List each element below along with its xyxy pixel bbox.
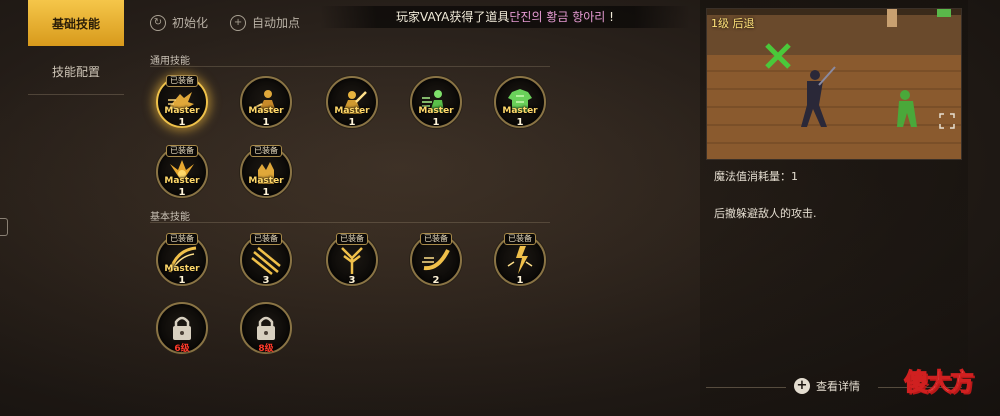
crescent-wave-icon — [422, 249, 450, 271]
lock-icon — [173, 316, 191, 340]
auto-assign-label: 自动加点 — [252, 16, 301, 30]
plus-icon: + — [794, 378, 810, 394]
skill-nav: 基础技能 技能配置 — [28, 0, 124, 96]
master-label: Master — [164, 106, 200, 116]
skill-slot-common-4[interactable]: Master 1 — [410, 76, 462, 128]
divider-left — [706, 387, 786, 388]
skill-level: 1 — [348, 117, 356, 128]
skill-level: 3 — [348, 275, 356, 286]
skill-slot-common-5[interactable]: Master 1 — [494, 76, 546, 128]
system-notice: 玩家VAYA获得了道具단진의 황금 항아리 ! — [320, 6, 690, 28]
nav-divider — [28, 94, 124, 95]
tab-skill-config[interactable]: 技能配置 — [28, 48, 124, 94]
unlock-level: 6级 — [174, 344, 190, 354]
skill-slot-basic-4[interactable]: 已装备 2 — [410, 233, 462, 286]
master-label: Master — [164, 264, 200, 274]
equipped-badge: 已装备 — [336, 233, 368, 245]
refresh-icon: ↻ — [150, 14, 166, 31]
skill-slot-common-3[interactable]: Master 1 — [326, 76, 378, 128]
skill-level: 1 — [262, 187, 270, 198]
skill-slot-common-2[interactable]: Master 1 — [240, 76, 292, 128]
skill-level: 1 — [516, 117, 524, 128]
skill-description: 后撤躲避敌人的攻击. — [714, 207, 817, 220]
equipped-badge: 已装备 — [504, 233, 536, 245]
skill-slot-basic-3[interactable]: 已装备 3 — [326, 233, 378, 286]
master-label: Master — [418, 106, 454, 116]
master-label: Master — [164, 176, 200, 186]
auto-assign-button[interactable]: + 自动加点 — [230, 14, 300, 31]
lock-icon — [257, 316, 275, 340]
skill-slot-basic-5[interactable]: 已装备 1 — [494, 233, 546, 286]
skill-slot-common-7[interactable]: 已装备 Master 1 — [240, 145, 292, 198]
plus-circle-icon: + — [230, 14, 247, 31]
preview-scene — [707, 9, 961, 159]
reset-label: 初始化 — [172, 16, 209, 30]
skill-level: 2 — [432, 275, 440, 286]
skill-level: 1 — [178, 187, 186, 198]
equipped-badge: 已装备 — [166, 233, 198, 245]
master-label: Master — [502, 106, 538, 116]
section-divider-common — [150, 66, 550, 67]
skill-level: 1 — [178, 117, 186, 128]
skill-slot-basic-locked-1[interactable]: 6级 — [156, 302, 208, 354]
uppercut-icon — [341, 247, 363, 274]
skill-toolbar: ↻ 初始化 + 自动加点 — [150, 14, 300, 31]
view-details-button[interactable]: + 查看详情 — [794, 378, 860, 394]
skill-preview[interactable]: 1级 后退 — [706, 8, 962, 160]
tab-basic-skills[interactable]: 基础技能 — [28, 0, 124, 46]
skill-slot-common-6[interactable]: 已装备 Master 1 — [156, 145, 208, 198]
side-drawer-handle[interactable] — [0, 218, 8, 236]
section-divider-basic — [150, 222, 550, 223]
notice-suffix: ! — [609, 10, 614, 24]
equipped-badge: 已装备 — [420, 233, 452, 245]
skill-slot-basic-locked-2[interactable]: 8级 — [240, 302, 292, 354]
notice-prefix: 玩家VAYA获得了道具 — [396, 10, 510, 24]
equipped-badge: 已装备 — [250, 145, 282, 157]
skill-level: 1 — [432, 117, 440, 128]
mp-cost: 魔法值消耗量：1 — [714, 170, 798, 183]
multi-slash-icon — [251, 247, 281, 275]
equipped-badge: 已装备 — [166, 75, 198, 87]
unlock-level: 8级 — [258, 344, 274, 354]
skill-slot-basic-1[interactable]: 已装备 Master 1 — [156, 233, 208, 286]
skill-slot-basic-2[interactable]: 已装备 3 — [240, 233, 292, 286]
skill-level: 3 — [262, 275, 270, 286]
skill-level: 1 — [262, 117, 270, 128]
view-details-label: 查看详情 — [816, 380, 860, 393]
section-title-common: 通用技能 — [150, 56, 190, 67]
section-title-basic: 基本技能 — [150, 212, 190, 223]
watermark-char: 傻 — [904, 368, 929, 397]
expand-icon[interactable] — [939, 113, 955, 129]
master-label: Master — [248, 106, 284, 116]
skill-level: 1 — [516, 275, 524, 286]
watermark-logo: 傻大方 — [904, 362, 992, 398]
preview-level-label: 1级 后退 — [711, 17, 755, 30]
watermark-text: 大方 — [927, 368, 975, 397]
lightning-burst-icon — [507, 246, 533, 274]
equipped-badge: 已装备 — [166, 145, 198, 157]
skill-level: 1 — [178, 275, 186, 286]
master-label: Master — [248, 176, 284, 186]
master-label: Master — [334, 106, 370, 116]
reset-button[interactable]: ↻ 初始化 — [150, 14, 208, 31]
equipped-badge: 已装备 — [250, 233, 282, 245]
skill-slot-common-1[interactable]: 已装备 Master 1 — [156, 75, 208, 128]
notice-item: 단진의 황금 항아리 — [509, 10, 606, 24]
